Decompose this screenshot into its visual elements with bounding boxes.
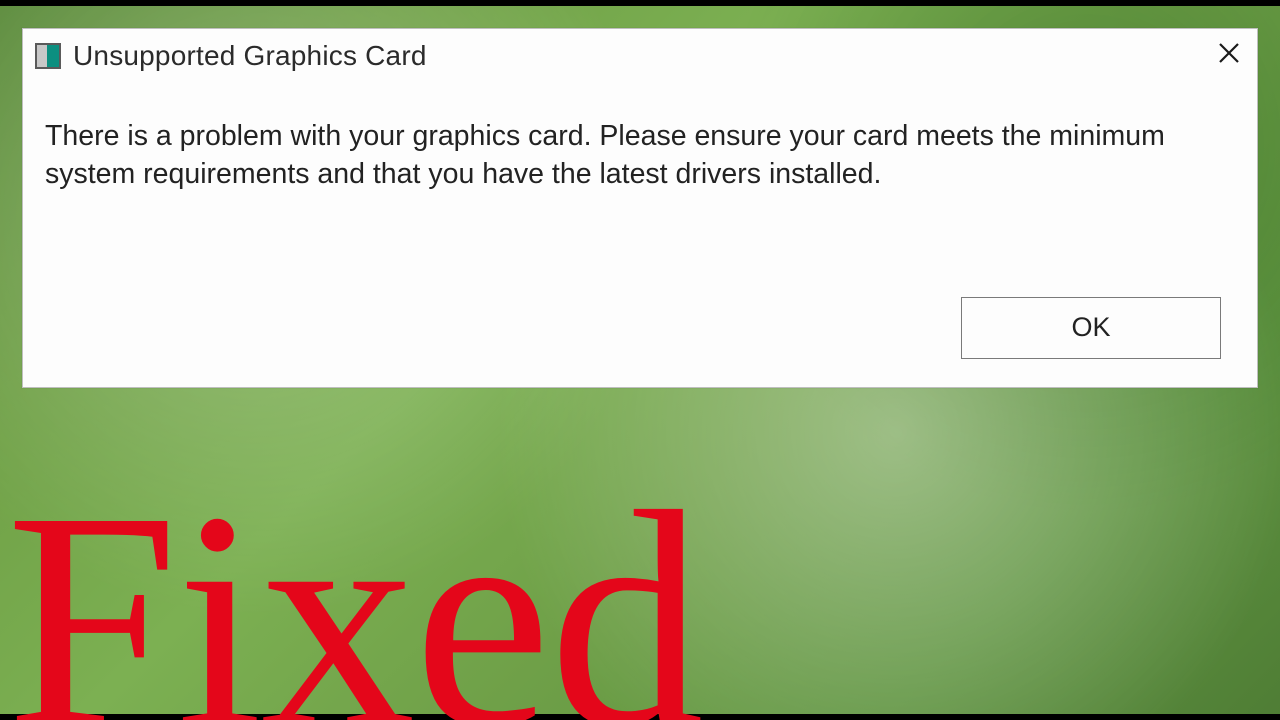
app-icon	[35, 43, 61, 69]
ok-button-label: OK	[1071, 312, 1110, 343]
ok-button[interactable]: OK	[961, 297, 1221, 359]
close-icon	[1218, 42, 1240, 69]
dialog-message: There is a problem with your graphics ca…	[23, 77, 1257, 194]
letterbox-top	[0, 0, 1280, 6]
dialog-button-row: OK	[961, 297, 1221, 359]
overlay-caption: Fixed	[6, 466, 702, 720]
dialog-titlebar: Unsupported Graphics Card	[23, 29, 1257, 77]
close-button[interactable]	[1211, 37, 1247, 73]
error-dialog: Unsupported Graphics Card There is a pro…	[22, 28, 1258, 388]
dialog-title: Unsupported Graphics Card	[73, 40, 427, 72]
